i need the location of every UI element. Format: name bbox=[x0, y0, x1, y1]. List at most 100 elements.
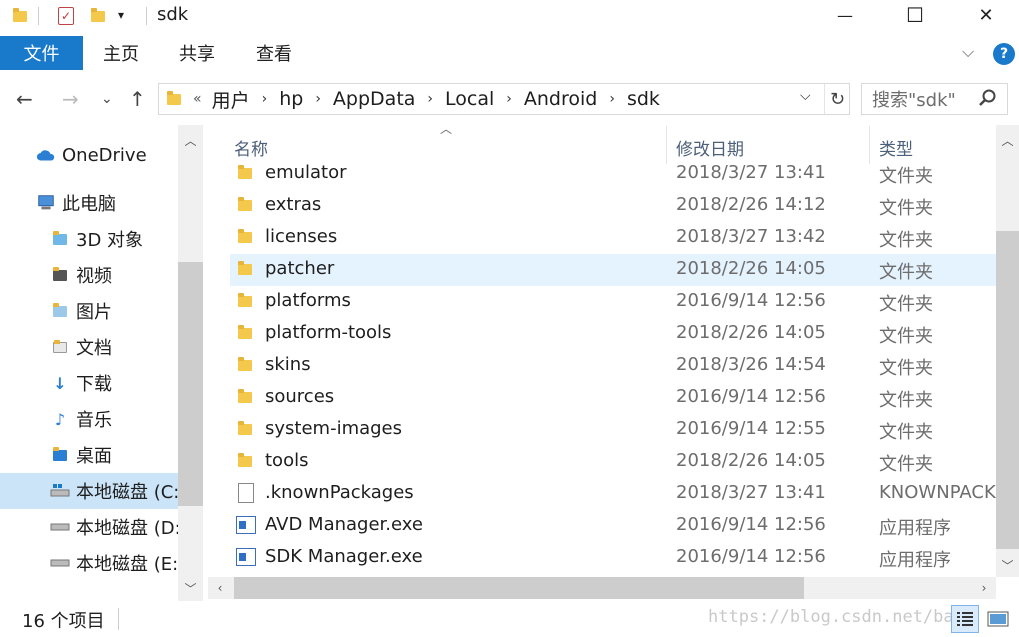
folder-icon bbox=[238, 453, 252, 467]
sidebar-item-drive-c[interactable]: 本地磁盘 (C: bbox=[0, 473, 178, 509]
sidebar-item-drive-d[interactable]: 本地磁盘 (D: bbox=[0, 509, 178, 545]
chevron-right-icon[interactable]: › bbox=[427, 91, 433, 107]
chevron-right-icon[interactable]: › bbox=[506, 91, 512, 107]
chevron-right-icon[interactable]: › bbox=[262, 91, 268, 107]
breadcrumb-sdk[interactable]: sdk bbox=[627, 88, 660, 110]
file-row[interactable]: .knownPackages 2018/3/27 13:41 KNOWNPACKAG… bbox=[230, 478, 997, 510]
horizontal-scrollbar-thumb[interactable] bbox=[234, 577, 804, 599]
large-icons-view-button[interactable] bbox=[984, 605, 1012, 633]
sidebar-item-videos[interactable]: 视频 bbox=[0, 257, 178, 293]
sidebar-item-documents[interactable]: 文档 bbox=[0, 329, 178, 365]
chevron-down-icon[interactable]: ⌵ bbox=[800, 88, 811, 104]
sidebar-item-pictures[interactable]: 图片 bbox=[0, 293, 178, 329]
sidebar-scrollbar-thumb[interactable] bbox=[178, 262, 203, 506]
recent-locations-button[interactable]: ⌄ bbox=[101, 84, 113, 114]
file-name: licenses bbox=[265, 226, 338, 247]
tab-home[interactable]: 主页 bbox=[103, 36, 139, 70]
file-date: 2016/9/14 12:55 bbox=[676, 418, 826, 439]
properties-icon[interactable]: ✓ bbox=[58, 6, 74, 26]
back-button[interactable]: ← bbox=[16, 84, 33, 114]
file-row[interactable]: skins 2018/3/26 14:54 文件夹 bbox=[230, 350, 996, 382]
file-row[interactable]: extras 2018/2/26 14:12 文件夹 bbox=[230, 190, 996, 222]
chevron-right-icon[interactable]: › bbox=[609, 91, 615, 107]
sidebar-item-3d-objects[interactable]: 3D 对象 bbox=[0, 221, 178, 257]
breadcrumb-users[interactable]: 用户 bbox=[212, 86, 250, 113]
sidebar-item-label: 本地磁盘 (C: bbox=[76, 482, 178, 503]
navigation-pane: OneDrive 此电脑 3D 对象 视频 图片 文档 ↓ 下载 ♪ 音乐 桌面… bbox=[0, 125, 203, 601]
sidebar-item-this-pc[interactable]: 此电脑 bbox=[0, 185, 178, 221]
sidebar-item-label: 本地磁盘 (D: bbox=[76, 518, 178, 539]
breadcrumb-hp[interactable]: hp bbox=[279, 88, 303, 110]
scroll-up-icon[interactable]: ︿ bbox=[996, 130, 1019, 150]
folder-icon bbox=[238, 197, 252, 211]
drive-icon bbox=[50, 554, 70, 572]
details-view-icon bbox=[957, 612, 973, 626]
file-row[interactable]: licenses 2018/3/27 13:42 文件夹 bbox=[230, 222, 996, 254]
breadcrumb-local[interactable]: Local bbox=[445, 88, 494, 110]
file-type: 文件夹 bbox=[879, 326, 933, 347]
chevron-right-icon[interactable]: › bbox=[315, 91, 321, 107]
scroll-left-icon[interactable]: ‹ bbox=[210, 579, 230, 597]
file-row[interactable]: emulator 2018/3/27 13:41 文件夹 bbox=[230, 158, 996, 190]
file-list-scrollbar-thumb[interactable] bbox=[996, 231, 1019, 549]
sidebar-item-onedrive[interactable]: OneDrive bbox=[0, 137, 178, 173]
new-folder-icon[interactable] bbox=[90, 6, 106, 26]
sidebar-item-label: 本地磁盘 (E:) bbox=[76, 554, 178, 575]
file-row[interactable]: tools 2018/2/26 14:05 文件夹 bbox=[230, 446, 996, 478]
details-view-button[interactable] bbox=[951, 605, 979, 633]
file-row[interactable]: AVD Manager.exe 2016/9/14 12:56 应用程序 bbox=[230, 510, 996, 542]
file-row[interactable]: system-images 2016/9/14 12:55 文件夹 bbox=[230, 414, 996, 446]
sort-ascending-icon: ︿ bbox=[440, 122, 453, 136]
forward-button[interactable]: → bbox=[62, 84, 79, 114]
file-type: 应用程序 bbox=[879, 518, 951, 539]
folder-music-icon: ♪ bbox=[54, 409, 66, 429]
file-row[interactable]: sources 2016/9/14 12:56 文件夹 bbox=[230, 382, 996, 414]
folder-icon bbox=[238, 357, 252, 371]
divider bbox=[118, 608, 119, 630]
file-name: system-images bbox=[265, 418, 403, 439]
file-type: 文件夹 bbox=[879, 262, 933, 283]
search-icon[interactable] bbox=[978, 88, 998, 108]
sidebar-item-label: 3D 对象 bbox=[76, 230, 144, 251]
file-row[interactable]: patcher 2018/2/26 14:05 文件夹 bbox=[230, 254, 996, 286]
file-date: 2016/9/14 12:56 bbox=[676, 386, 826, 407]
file-name: AVD Manager.exe bbox=[265, 514, 423, 535]
file-row[interactable]: platform-tools 2018/2/26 14:05 文件夹 bbox=[230, 318, 996, 350]
minimize-button[interactable]: — bbox=[822, 0, 868, 30]
sidebar-item-desktop[interactable]: 桌面 bbox=[0, 437, 178, 473]
help-button[interactable]: ? bbox=[993, 43, 1015, 65]
refresh-button[interactable]: ↻ bbox=[824, 84, 850, 114]
window-title: sdk bbox=[157, 4, 189, 25]
file-name: patcher bbox=[265, 258, 335, 279]
file-type: 文件夹 bbox=[879, 294, 933, 315]
file-row[interactable]: platforms 2016/9/14 12:56 文件夹 bbox=[230, 286, 996, 318]
folder-icon bbox=[238, 421, 252, 435]
breadcrumb-android[interactable]: Android bbox=[524, 88, 597, 110]
breadcrumb-appdata[interactable]: AppData bbox=[333, 88, 416, 110]
tab-file[interactable]: 文件 bbox=[0, 36, 83, 70]
address-bar[interactable]: « 用户 › hp › AppData › Local › Android › … bbox=[158, 83, 850, 115]
folder-video-icon bbox=[50, 266, 70, 284]
file-type: 文件夹 bbox=[879, 198, 933, 219]
scroll-up-icon[interactable]: ︿ bbox=[178, 130, 203, 150]
folder-icon bbox=[238, 261, 252, 275]
maximize-button[interactable]: ☐ bbox=[892, 0, 938, 30]
sidebar-item-music[interactable]: ♪ 音乐 bbox=[0, 401, 178, 437]
sidebar-item-drive-e[interactable]: 本地磁盘 (E:) bbox=[0, 545, 178, 581]
file-name: platforms bbox=[265, 290, 351, 311]
tab-share[interactable]: 共享 bbox=[179, 36, 215, 70]
scroll-right-icon[interactable]: › bbox=[974, 579, 994, 597]
scroll-down-icon[interactable]: ﹀ bbox=[178, 578, 203, 598]
file-name: tools bbox=[265, 450, 309, 471]
expand-ribbon-icon[interactable]: ⌵ bbox=[962, 42, 974, 62]
tab-view[interactable]: 查看 bbox=[256, 36, 292, 70]
folder-pictures-icon bbox=[50, 302, 70, 320]
breadcrumb-overflow[interactable]: « bbox=[193, 91, 202, 107]
file-row[interactable]: SDK Manager.exe 2016/9/14 12:56 应用程序 bbox=[230, 542, 996, 574]
close-button[interactable]: ✕ bbox=[963, 0, 1009, 30]
exe-icon bbox=[236, 548, 256, 566]
sidebar-item-downloads[interactable]: ↓ 下载 bbox=[0, 365, 178, 401]
up-button[interactable]: ↑ bbox=[129, 84, 146, 114]
quick-access-dropdown-icon[interactable]: ▾ bbox=[118, 8, 124, 22]
scroll-down-icon[interactable]: ﹀ bbox=[996, 555, 1019, 575]
